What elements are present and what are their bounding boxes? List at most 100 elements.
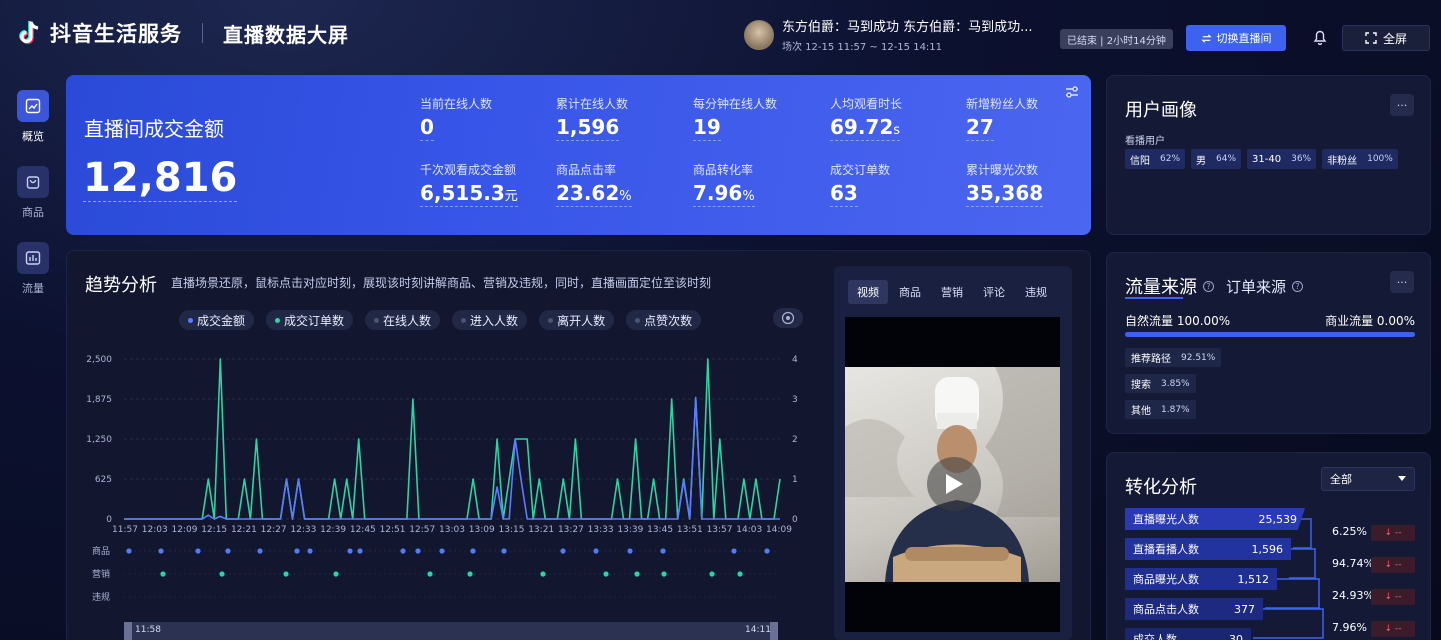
funnel-row[interactable]: 直播曝光人数 25,539: [1125, 508, 1305, 530]
y-tick-label: 625: [95, 475, 112, 485]
settings-sliders-icon[interactable]: [1061, 81, 1083, 103]
funnel-row[interactable]: 成交人数 30: [1125, 628, 1251, 640]
trend-chart[interactable]: 0 625 1,250 1,875 2,500 0 1 2 3 4 11:57 12:03 12:09 1…: [0, 0, 830, 640]
x-tick-label: 12:51: [380, 525, 406, 535]
funnel-row[interactable]: 商品曝光人数 1,512: [1125, 568, 1277, 590]
x-tick-label: 13:09: [469, 525, 495, 535]
active-tab-indicator: [1125, 297, 1183, 299]
delta-badge: ↓ --: [1371, 621, 1415, 637]
portrait-tag: 非粉丝 100%: [1322, 149, 1398, 169]
range-start-label: 11:58: [135, 625, 161, 635]
y-tick-label: 0: [106, 515, 112, 525]
metric-exposure[interactable]: 累计曝光次数 35,368: [966, 161, 1044, 207]
fullscreen-label: 全屏: [1382, 31, 1407, 46]
delta-badge: ↓ --: [1371, 589, 1415, 605]
metric-orders[interactable]: 成交订单数 63: [830, 161, 890, 207]
portrait-tag: 男 64%: [1191, 149, 1242, 169]
funnel-row[interactable]: 直播看播人数 1,596: [1125, 538, 1291, 560]
more-button[interactable]: ···: [1390, 271, 1414, 293]
product-marker: [225, 548, 231, 554]
product-marker: [347, 548, 353, 554]
marketing-marker: [427, 571, 433, 577]
range-handle-end[interactable]: [770, 622, 778, 640]
y2-tick-label: 3: [792, 395, 798, 405]
time-range-slider[interactable]: [124, 622, 778, 640]
product-marker: [195, 548, 201, 554]
traffic-source-tab[interactable]: 流量来源: [1125, 273, 1197, 299]
video-player[interactable]: [845, 317, 1060, 632]
x-tick-label: 12:39: [320, 525, 346, 535]
product-marker: [470, 548, 476, 554]
more-button[interactable]: ···: [1390, 94, 1414, 116]
live-replay-panel: 视频 商品 营销 评论 违规: [834, 266, 1072, 640]
x-tick-label: 12:57: [409, 525, 435, 535]
expand-icon: [1365, 32, 1377, 44]
marketing-marker: [467, 571, 473, 577]
order-source-tab[interactable]: 订单来源: [1226, 276, 1286, 297]
x-tick-label: 13:39: [617, 525, 643, 535]
product-marker: [357, 548, 363, 554]
product-marker: [660, 548, 666, 554]
x-tick-label: 12:33: [290, 525, 316, 535]
marketing-marker: [603, 571, 609, 577]
y2-tick-label: 2: [792, 435, 798, 445]
range-end-label: 14:11: [745, 625, 771, 635]
portrait-tag: 31-40 36%: [1247, 149, 1317, 169]
x-tick-label: 13:57: [707, 525, 733, 535]
traffic-chip: 搜索 3.85%: [1125, 374, 1196, 393]
product-marker: [501, 548, 507, 554]
row-label: 商品: [92, 545, 110, 557]
commercial-traffic-label: 商业流量 0.00%: [1325, 314, 1415, 328]
product-marker: [126, 548, 132, 554]
product-marker: [560, 548, 566, 554]
funnel-row[interactable]: 商品点击人数 377: [1125, 598, 1263, 620]
y2-tick-label: 1: [792, 475, 798, 485]
product-marker: [731, 548, 737, 554]
traffic-source-panel: 流量来源 ? 订单来源 ? ··· 自然流量 100.00% 商业流量 0.00…: [1106, 252, 1431, 434]
delta-badge: ↓ --: [1371, 525, 1415, 541]
bell-icon[interactable]: [1311, 28, 1329, 46]
metric-label: 累计曝光次数: [966, 163, 1039, 177]
tab-video[interactable]: 视频: [848, 280, 888, 304]
marketing-marker: [661, 571, 667, 577]
swap-icon: [1200, 33, 1212, 43]
tab-violations[interactable]: 违规: [1016, 280, 1056, 304]
range-handle-start[interactable]: [124, 622, 132, 640]
metric-label: 人均观看时长: [830, 97, 903, 111]
x-tick-label: 12:45: [350, 525, 376, 535]
tab-marketing[interactable]: 营销: [932, 280, 972, 304]
traffic-chip: 推荐路径 92.51%: [1125, 348, 1222, 367]
x-tick-label: 12:15: [201, 525, 227, 535]
x-tick-label: 12:09: [171, 525, 197, 535]
conversion-rate: 94.74%: [1332, 557, 1374, 570]
tab-products[interactable]: 商品: [890, 280, 930, 304]
tab-comments[interactable]: 评论: [974, 280, 1014, 304]
x-tick-label: 12:03: [142, 525, 168, 535]
metric-label: 成交订单数: [830, 163, 891, 177]
marketing-marker: [709, 571, 715, 577]
product-marker: [158, 548, 164, 554]
metric-value: 63: [830, 181, 858, 207]
conversion-rate: 6.25%: [1332, 525, 1367, 538]
marketing-marker: [333, 571, 339, 577]
help-icon[interactable]: ?: [1292, 280, 1304, 292]
marketing-marker: [219, 571, 225, 577]
delta-badge: ↓ --: [1371, 557, 1415, 573]
play-button[interactable]: [927, 457, 981, 511]
x-tick-label: 14:09: [766, 525, 792, 535]
switch-room-button[interactable]: 切换直播间: [1186, 25, 1286, 51]
conversion-rate: 24.93%: [1332, 589, 1374, 602]
metric-avg-watch-time[interactable]: 人均观看时长 69.72s: [830, 95, 902, 141]
marketing-marker: [634, 571, 640, 577]
product-marker: [307, 548, 313, 554]
play-icon: [946, 474, 963, 494]
y-tick-label: 1,250: [86, 435, 112, 445]
help-icon[interactable]: ?: [1203, 280, 1214, 292]
video-frame-image: [845, 367, 1060, 582]
product-marker: [593, 548, 599, 554]
fullscreen-button[interactable]: 全屏: [1342, 25, 1430, 51]
panel-title: 流量来源 ? 订单来源 ?: [1125, 273, 1304, 299]
user-portrait-panel: 用户画像 ··· 看播用户 信阳 62% 男 64% 31-40 36% 非粉丝 100…: [1106, 75, 1431, 235]
metric-new-fans[interactable]: 新增粉丝人数 27: [966, 95, 1038, 141]
product-marker: [257, 548, 263, 554]
